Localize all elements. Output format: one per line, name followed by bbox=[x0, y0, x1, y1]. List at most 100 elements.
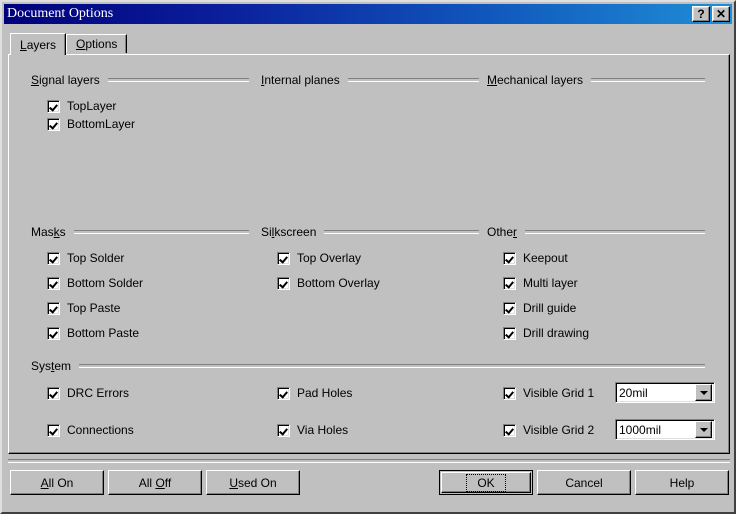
checkbox-top-solder-label: Top Solder bbox=[67, 251, 124, 265]
used-on-label: Used On bbox=[229, 476, 276, 490]
help-button[interactable]: ? bbox=[692, 6, 710, 22]
checkbox-visible-grid-2[interactable]: Visible Grid 2 bbox=[503, 423, 594, 437]
checkbox-toplayer-box[interactable] bbox=[47, 100, 60, 113]
group-heading-mechanical-layers: Mechanical layers bbox=[487, 73, 705, 87]
group-rule bbox=[348, 78, 479, 82]
group-label-masks: Masks bbox=[31, 225, 66, 239]
help-label: Help bbox=[670, 476, 695, 490]
checkbox-connections[interactable]: Connections bbox=[47, 423, 134, 437]
tab-strip: Layers Options bbox=[10, 33, 127, 53]
title-bar[interactable]: Document Options ? ✕ bbox=[4, 4, 732, 24]
checkbox-connections-box[interactable] bbox=[47, 424, 60, 437]
checkbox-visible-grid-1-box[interactable] bbox=[503, 387, 516, 400]
checkbox-drc-errors-box[interactable] bbox=[47, 387, 60, 400]
ok-button[interactable]: OK bbox=[439, 470, 533, 495]
checkbox-toplayer[interactable]: TopLayer bbox=[47, 99, 116, 113]
tab-options[interactable]: Options bbox=[66, 34, 127, 53]
checkbox-bottomlayer-box[interactable] bbox=[47, 118, 60, 131]
checkbox-connections-label: Connections bbox=[67, 423, 134, 437]
checkbox-pad-holes-box[interactable] bbox=[277, 387, 290, 400]
group-heading-masks: Masks bbox=[31, 225, 249, 239]
checkbox-top-overlay-box[interactable] bbox=[277, 252, 290, 265]
checkbox-keepout-label: Keepout bbox=[523, 251, 568, 265]
group-rule bbox=[108, 78, 249, 82]
chevron-down-icon[interactable] bbox=[695, 421, 712, 438]
checkbox-keepout-box[interactable] bbox=[503, 252, 516, 265]
checkbox-keepout[interactable]: Keepout bbox=[503, 251, 568, 265]
ok-label: OK bbox=[467, 475, 504, 491]
checkbox-drill-guide-label: Drill guide bbox=[523, 301, 576, 315]
checkbox-drc-errors[interactable]: DRC Errors bbox=[47, 386, 129, 400]
checkbox-pad-holes-label: Pad Holes bbox=[297, 386, 352, 400]
group-rule bbox=[74, 230, 249, 234]
checkbox-bottom-solder-box[interactable] bbox=[47, 277, 60, 290]
checkbox-drill-guide-box[interactable] bbox=[503, 302, 516, 315]
checkbox-visible-grid-1-label: Visible Grid 1 bbox=[523, 386, 594, 400]
group-heading-system: System bbox=[31, 359, 705, 373]
checkbox-bottom-solder-label: Bottom Solder bbox=[67, 276, 143, 290]
checkbox-bottomlayer[interactable]: BottomLayer bbox=[47, 117, 135, 131]
cancel-button[interactable]: Cancel bbox=[537, 470, 631, 495]
checkbox-top-overlay-label: Top Overlay bbox=[297, 251, 361, 265]
checkbox-bottom-overlay[interactable]: Bottom Overlay bbox=[277, 276, 380, 290]
checkbox-drill-drawing-box[interactable] bbox=[503, 327, 516, 340]
group-label-internal-planes: Internal planes bbox=[261, 73, 340, 87]
checkbox-visible-grid-1[interactable]: Visible Grid 1 bbox=[503, 386, 594, 400]
group-heading-silkscreen: Silkscreen bbox=[261, 225, 479, 239]
checkbox-multi-layer[interactable]: Multi layer bbox=[503, 276, 578, 290]
group-label-silkscreen: Silkscreen bbox=[261, 225, 316, 239]
all-on-button[interactable]: All On bbox=[10, 470, 104, 495]
group-label-signal-layers: Signal layers bbox=[31, 73, 100, 87]
checkbox-drill-drawing[interactable]: Drill drawing bbox=[503, 326, 589, 340]
checkbox-drill-drawing-label: Drill drawing bbox=[523, 326, 589, 340]
tab-layers-label: Layers bbox=[20, 38, 56, 52]
checkbox-toplayer-label: TopLayer bbox=[67, 99, 116, 113]
document-options-dialog: Document Options ? ✕ Layers Options Sign… bbox=[0, 0, 736, 514]
help-bottom-button[interactable]: Help bbox=[635, 470, 729, 495]
checkbox-visible-grid-2-box[interactable] bbox=[503, 424, 516, 437]
visible-grid-1-combo[interactable]: 20mil bbox=[615, 382, 715, 403]
group-label-mechanical-layers: Mechanical layers bbox=[487, 73, 583, 87]
checkbox-drill-guide[interactable]: Drill guide bbox=[503, 301, 576, 315]
group-rule bbox=[324, 230, 479, 234]
checkbox-pad-holes[interactable]: Pad Holes bbox=[277, 386, 352, 400]
checkbox-top-paste[interactable]: Top Paste bbox=[47, 301, 120, 315]
group-heading-signal-layers: Signal layers bbox=[31, 73, 249, 87]
checkbox-bottom-solder[interactable]: Bottom Solder bbox=[47, 276, 143, 290]
checkbox-multi-layer-label: Multi layer bbox=[523, 276, 578, 290]
group-heading-other: Other bbox=[487, 225, 705, 239]
close-button[interactable]: ✕ bbox=[712, 6, 730, 22]
checkbox-visible-grid-2-label: Visible Grid 2 bbox=[523, 423, 594, 437]
checkbox-top-overlay[interactable]: Top Overlay bbox=[277, 251, 361, 265]
used-on-button[interactable]: Used On bbox=[206, 470, 300, 495]
tab-options-label: Options bbox=[76, 37, 117, 51]
all-off-button[interactable]: All Off bbox=[108, 470, 202, 495]
visible-grid-1-value: 20mil bbox=[616, 386, 695, 400]
visible-grid-2-value: 1000mil bbox=[616, 423, 695, 437]
tab-layers[interactable]: Layers bbox=[10, 33, 66, 55]
checkbox-bottom-paste[interactable]: Bottom Paste bbox=[47, 326, 139, 340]
checkbox-bottom-overlay-box[interactable] bbox=[277, 277, 290, 290]
checkbox-top-solder[interactable]: Top Solder bbox=[47, 251, 124, 265]
checkbox-top-paste-label: Top Paste bbox=[67, 301, 120, 315]
all-off-label: All Off bbox=[139, 476, 171, 490]
cancel-label: Cancel bbox=[565, 476, 602, 490]
group-rule bbox=[79, 364, 705, 368]
checkbox-top-paste-box[interactable] bbox=[47, 302, 60, 315]
group-label-other: Other bbox=[487, 225, 517, 239]
chevron-down-icon[interactable] bbox=[695, 384, 712, 401]
checkbox-bottomlayer-label: BottomLayer bbox=[67, 117, 135, 131]
group-heading-internal-planes: Internal planes bbox=[261, 73, 479, 87]
checkbox-top-solder-box[interactable] bbox=[47, 252, 60, 265]
group-rule bbox=[591, 78, 705, 82]
visible-grid-2-combo[interactable]: 1000mil bbox=[615, 419, 715, 440]
checkbox-via-holes[interactable]: Via Holes bbox=[277, 423, 348, 437]
checkbox-drc-errors-label: DRC Errors bbox=[67, 386, 129, 400]
group-label-system: System bbox=[31, 359, 71, 373]
checkbox-multi-layer-box[interactable] bbox=[503, 277, 516, 290]
checkbox-via-holes-box[interactable] bbox=[277, 424, 290, 437]
group-rule bbox=[525, 230, 705, 234]
checkbox-bottom-paste-label: Bottom Paste bbox=[67, 326, 139, 340]
checkbox-bottom-overlay-label: Bottom Overlay bbox=[297, 276, 380, 290]
checkbox-bottom-paste-box[interactable] bbox=[47, 327, 60, 340]
